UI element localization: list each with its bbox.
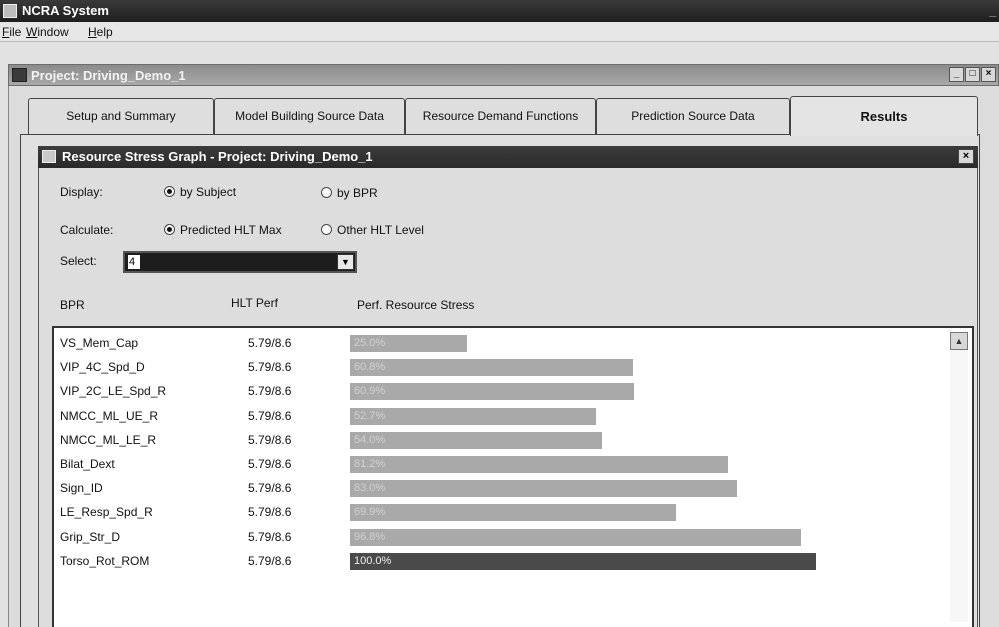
- dialog-close-button[interactable]: ×: [958, 149, 974, 164]
- row-hlt-perf: 5.79/8.6: [248, 529, 292, 544]
- column-header-hlt-perf: HLT Perf: [231, 296, 278, 310]
- scroll-up-arrow-icon[interactable]: ▲: [950, 332, 968, 350]
- row-hlt-perf: 5.79/8.6: [248, 360, 292, 375]
- row-hlt-perf: 5.79/8.6: [248, 457, 292, 471]
- tab-results[interactable]: Results: [790, 96, 978, 136]
- calculate-other-label[interactable]: Other HLT Level: [337, 223, 424, 237]
- row-bpr: VIP_4C_Spd_D: [60, 360, 145, 375]
- row-bpr: Torso_Rot_ROM: [60, 553, 150, 568]
- list-scrollbar[interactable]: ▲: [950, 332, 968, 622]
- table-row[interactable]: NMCC_ML_LE_R 5.79/8.6 54.0%: [54, 429, 934, 451]
- table-row[interactable]: Torso_Rot_ROM 5.79/8.6 100.0%: [54, 550, 934, 572]
- stress-bar: 96.8%: [350, 528, 801, 546]
- menu-window[interactable]: Window: [26, 25, 69, 39]
- app-titlebar: NCRA System _: [0, 0, 999, 22]
- app-title: NCRA System: [22, 3, 109, 18]
- stress-bar: 69.9%: [350, 504, 676, 522]
- row-hlt-perf: 5.79/8.6: [248, 505, 292, 520]
- row-bpr: Sign_ID: [60, 481, 103, 496]
- tab-resource-demand-functions[interactable]: Resource Demand Functions: [405, 98, 596, 134]
- row-hlt-perf: 5.79/8.6: [248, 553, 292, 568]
- menu-file[interactable]: File: [2, 25, 21, 39]
- row-hlt-perf: 5.79/8.6: [248, 408, 292, 423]
- row-hlt-perf: 5.79/8.6: [248, 336, 292, 350]
- table-row[interactable]: Sign_ID 5.79/8.6 83.0%: [54, 477, 934, 499]
- display-by-subject-radio[interactable]: [164, 186, 175, 197]
- maximize-button[interactable]: □: [965, 67, 980, 82]
- menubar: File Window Help: [0, 22, 999, 42]
- row-bpr: Grip_Str_D: [60, 529, 121, 544]
- chevron-down-icon[interactable]: ▼: [337, 254, 354, 270]
- tab-model-building-source-data[interactable]: Model Building Source Data: [214, 98, 405, 134]
- project-titlebar: Project: Driving_Demo_1 _ □ ×: [8, 64, 999, 86]
- stress-bar: 60.8%: [350, 359, 633, 377]
- display-by-bpr-radio[interactable]: [321, 187, 332, 198]
- menu-help[interactable]: Help: [88, 25, 113, 39]
- row-hlt-perf: 5.79/8.6: [248, 481, 292, 496]
- dialog-title: Resource Stress Graph - Project: Driving…: [62, 149, 373, 164]
- row-hlt-perf: 5.79/8.6: [248, 384, 292, 399]
- calculate-predicted-label[interactable]: Predicted HLT Max: [180, 223, 282, 237]
- bpr-list[interactable]: ▲ VS_Mem_Cap 5.79/8.6 25.0% VIP_4C_Spd_D 5.7…: [52, 326, 974, 627]
- stress-bar: 81.2%: [350, 456, 728, 473]
- select-value: 4: [128, 255, 140, 269]
- row-bpr: LE_Resp_Spd_R: [60, 505, 153, 520]
- row-bpr: Bilat_Dext: [60, 457, 115, 471]
- table-row[interactable]: VS_Mem_Cap 5.79/8.6 25.0%: [54, 332, 934, 354]
- row-hlt-perf: 5.79/8.6: [248, 432, 292, 447]
- stress-bar: 25.0%: [350, 335, 467, 352]
- display-by-bpr-label[interactable]: by BPR: [337, 186, 378, 200]
- stress-bar: 52.7%: [350, 407, 596, 425]
- select-label: Select:: [60, 254, 97, 268]
- stress-bar: 100.0%: [350, 552, 816, 570]
- display-label: Display:: [60, 185, 103, 199]
- row-bpr: NMCC_ML_UE_R: [60, 408, 159, 423]
- stress-bar: 83.0%: [350, 480, 737, 498]
- table-row[interactable]: LE_Resp_Spd_R 5.79/8.6 69.9%: [54, 501, 934, 523]
- column-header-resource-stress: Perf. Resource Stress: [357, 298, 475, 312]
- table-row[interactable]: VIP_4C_Spd_D 5.79/8.6 60.8%: [54, 356, 934, 378]
- table-row[interactable]: Grip_Str_D 5.79/8.6 96.8%: [54, 526, 934, 548]
- tab-prediction-source-data[interactable]: Prediction Source Data: [596, 98, 790, 134]
- project-title: Project: Driving_Demo_1: [31, 68, 186, 83]
- project-icon: [12, 68, 27, 82]
- row-bpr: VS_Mem_Cap: [60, 336, 139, 350]
- close-button[interactable]: ×: [981, 67, 996, 82]
- calculate-other-radio[interactable]: [321, 224, 332, 235]
- tab-setup-and-summary[interactable]: Setup and Summary: [28, 98, 214, 134]
- dialog-titlebar: Resource Stress Graph - Project: Driving…: [38, 146, 978, 168]
- app-icon: [3, 4, 17, 18]
- stress-bar: 60.9%: [350, 383, 634, 401]
- display-by-subject-label[interactable]: by Subject: [180, 185, 236, 199]
- table-row[interactable]: Bilat_Dext 5.79/8.6 81.2%: [54, 453, 934, 475]
- calculate-label: Calculate:: [60, 223, 114, 237]
- table-row[interactable]: NMCC_ML_UE_R 5.79/8.6 52.7%: [54, 405, 934, 427]
- select-dropdown[interactable]: 4 ▼: [123, 251, 357, 273]
- calculate-predicted-radio[interactable]: [164, 224, 175, 235]
- minimize-button[interactable]: _: [949, 67, 964, 82]
- app-minimize-icon[interactable]: _: [989, 4, 996, 18]
- column-header-bpr: BPR: [60, 298, 85, 312]
- row-bpr: NMCC_ML_LE_R: [60, 432, 157, 447]
- dialog-icon: [42, 150, 56, 163]
- stress-bar: 54.0%: [350, 431, 602, 449]
- table-row[interactable]: VIP_2C_LE_Spd_R 5.79/8.6 60.9%: [54, 380, 934, 402]
- row-bpr: VIP_2C_LE_Spd_R: [60, 384, 167, 399]
